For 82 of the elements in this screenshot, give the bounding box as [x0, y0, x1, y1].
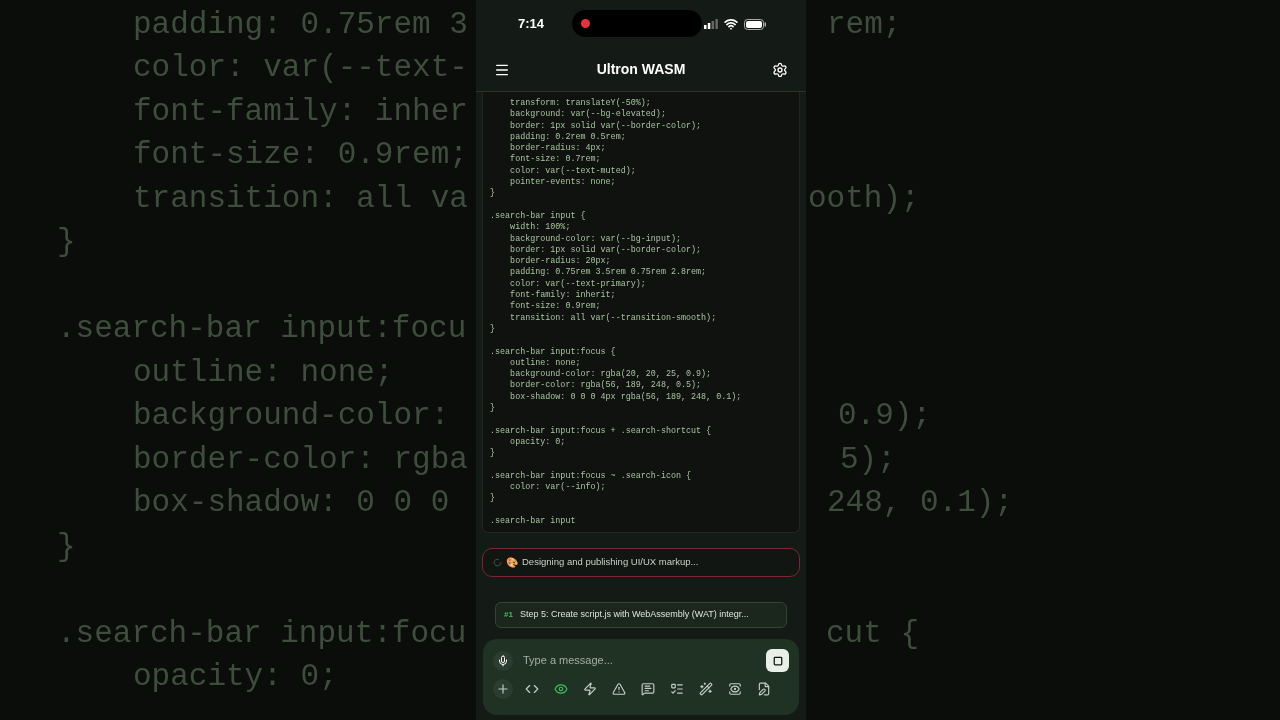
- code-line: width: 100%;: [509, 222, 571, 234]
- background-code-line: 248, 0.1);: [827, 484, 1014, 522]
- code-line: background-color: rgba(20, 20, 25, 0.9);: [509, 369, 712, 380]
- code-line: outline: none;: [509, 357, 581, 369]
- code-icon: [525, 682, 539, 696]
- plus-button[interactable]: [493, 679, 513, 699]
- status-text: Designing and publishing UI/UX markup...: [522, 555, 699, 570]
- code-line: }: [490, 448, 496, 460]
- list-edit-icon: [670, 682, 684, 696]
- code-line: background-color: var(--bg-input);: [509, 233, 681, 245]
- code-line: opacity: 0;: [509, 436, 566, 449]
- code-line: }: [490, 493, 496, 505]
- signal-icon: [704, 19, 718, 29]
- background-code-line: .search-bar input:focu: [57, 310, 467, 348]
- code-line: .search-bar input:focus + .search-shortcut {: [490, 425, 712, 437]
- background-code-line: background-color:: [133, 397, 451, 435]
- code-line: transform: translateY(-50%);: [509, 98, 651, 109]
- code-line: font-family: inherit;: [509, 290, 616, 301]
- background-code-line: box-shadow: 0 0 0: [133, 484, 451, 522]
- code-line: color: var(--text-primary);: [509, 278, 646, 290]
- code-line: pointer-events: none;: [509, 177, 616, 189]
- message-input[interactable]: Type a message...: [523, 652, 756, 669]
- background-code-line: font-size: 0.9rem;: [133, 136, 468, 174]
- background-code-line: outline: none;: [133, 353, 394, 392]
- status-time: 7:14: [518, 15, 545, 34]
- plus-icon: [496, 682, 510, 696]
- palette-emoji: 🎨: [506, 556, 518, 570]
- background-code-line: transition: all va: [133, 179, 468, 218]
- spinner-icon: [493, 558, 502, 567]
- background-code-line: 0.9);: [838, 397, 931, 435]
- code-line: }: [490, 323, 496, 336]
- background-code-line: }: [57, 527, 76, 566]
- code-line: .search-bar input: [490, 516, 576, 528]
- code-line: border: 1px solid var(--border-color);: [509, 120, 702, 132]
- stop-icon: [772, 655, 783, 666]
- background-code-line: 5);: [840, 440, 896, 479]
- step-text: Step 5: Create script.js with WebAssembly (WAT) integr...: [519, 608, 749, 622]
- code-line: padding: 0.75rem 3.5rem 0.75rem 2.8rem;: [509, 267, 707, 279]
- microphone-icon: [497, 654, 509, 667]
- code-line: border-radius: 20px;: [509, 256, 611, 267]
- code-line: .search-bar input:focus ~ .search-icon {: [490, 470, 692, 482]
- code-line: font-size: 0.9rem;: [509, 301, 601, 313]
- stop-button[interactable]: [766, 649, 789, 672]
- code-line: .search-bar input:focus {: [490, 346, 616, 358]
- background-code-line: rem;: [827, 5, 902, 44]
- code-line: background: var(--bg-elevated);: [509, 109, 666, 121]
- file-edit-icon: [757, 682, 771, 696]
- preview-icon: [728, 682, 742, 696]
- wifi-icon: [724, 17, 738, 31]
- background-code-line: border-color: rgba: [133, 440, 468, 479]
- code-line: padding: 0.2rem 0.5rem;: [509, 131, 626, 143]
- code-line: border-color: rgba(56, 189, 248, 0.5);: [509, 380, 702, 392]
- code-line: box-shadow: 0 0 0 4px rgba(56, 189, 248, 0.1);: [509, 391, 742, 403]
- warning-icon: [612, 682, 626, 696]
- background-code-line: cut {: [826, 614, 919, 653]
- battery-icon: [744, 18, 766, 30]
- code-line: border: 1px solid var(--border-color);: [509, 244, 702, 256]
- lightning-icon: [583, 682, 597, 696]
- code-line: color: var(--info);: [509, 482, 606, 494]
- code-line: }: [490, 188, 496, 200]
- background-code-line: }: [57, 223, 76, 261]
- code-line: color: var(--text-muted);: [509, 165, 636, 177]
- background-code-line: padding: 0.75rem 3: [133, 5, 468, 44]
- settings-button[interactable]: [772, 61, 788, 78]
- app-title: Ultron WASM: [596, 60, 686, 79]
- code-line: transition: all var(--transition-smooth);: [509, 312, 717, 324]
- code-line: }: [490, 403, 496, 415]
- step-number: #1: [504, 609, 513, 621]
- background-code-line: font-family: inher: [133, 92, 468, 131]
- background-code-line: opacity: 0;: [133, 658, 338, 696]
- background-code-line: .search-bar input:focu: [57, 614, 467, 653]
- step-chip[interactable]: #1 Step 5: Create script.js with WebAssembly (WAT) integr...: [495, 602, 787, 628]
- message-icon: [641, 682, 655, 696]
- code-line: border-radius: 4px;: [509, 143, 606, 154]
- background-code-line: ooth);: [808, 179, 920, 218]
- magic-wand-icon: [699, 682, 713, 696]
- code-line: font-size: 0.7rem;: [509, 154, 601, 166]
- eye-icon: [554, 682, 568, 696]
- settings-icon: [772, 61, 788, 78]
- background-code-line: color: var(--text-: [133, 49, 468, 87]
- code-line: .search-bar input {: [490, 210, 586, 222]
- microphone-button[interactable]: [493, 650, 513, 671]
